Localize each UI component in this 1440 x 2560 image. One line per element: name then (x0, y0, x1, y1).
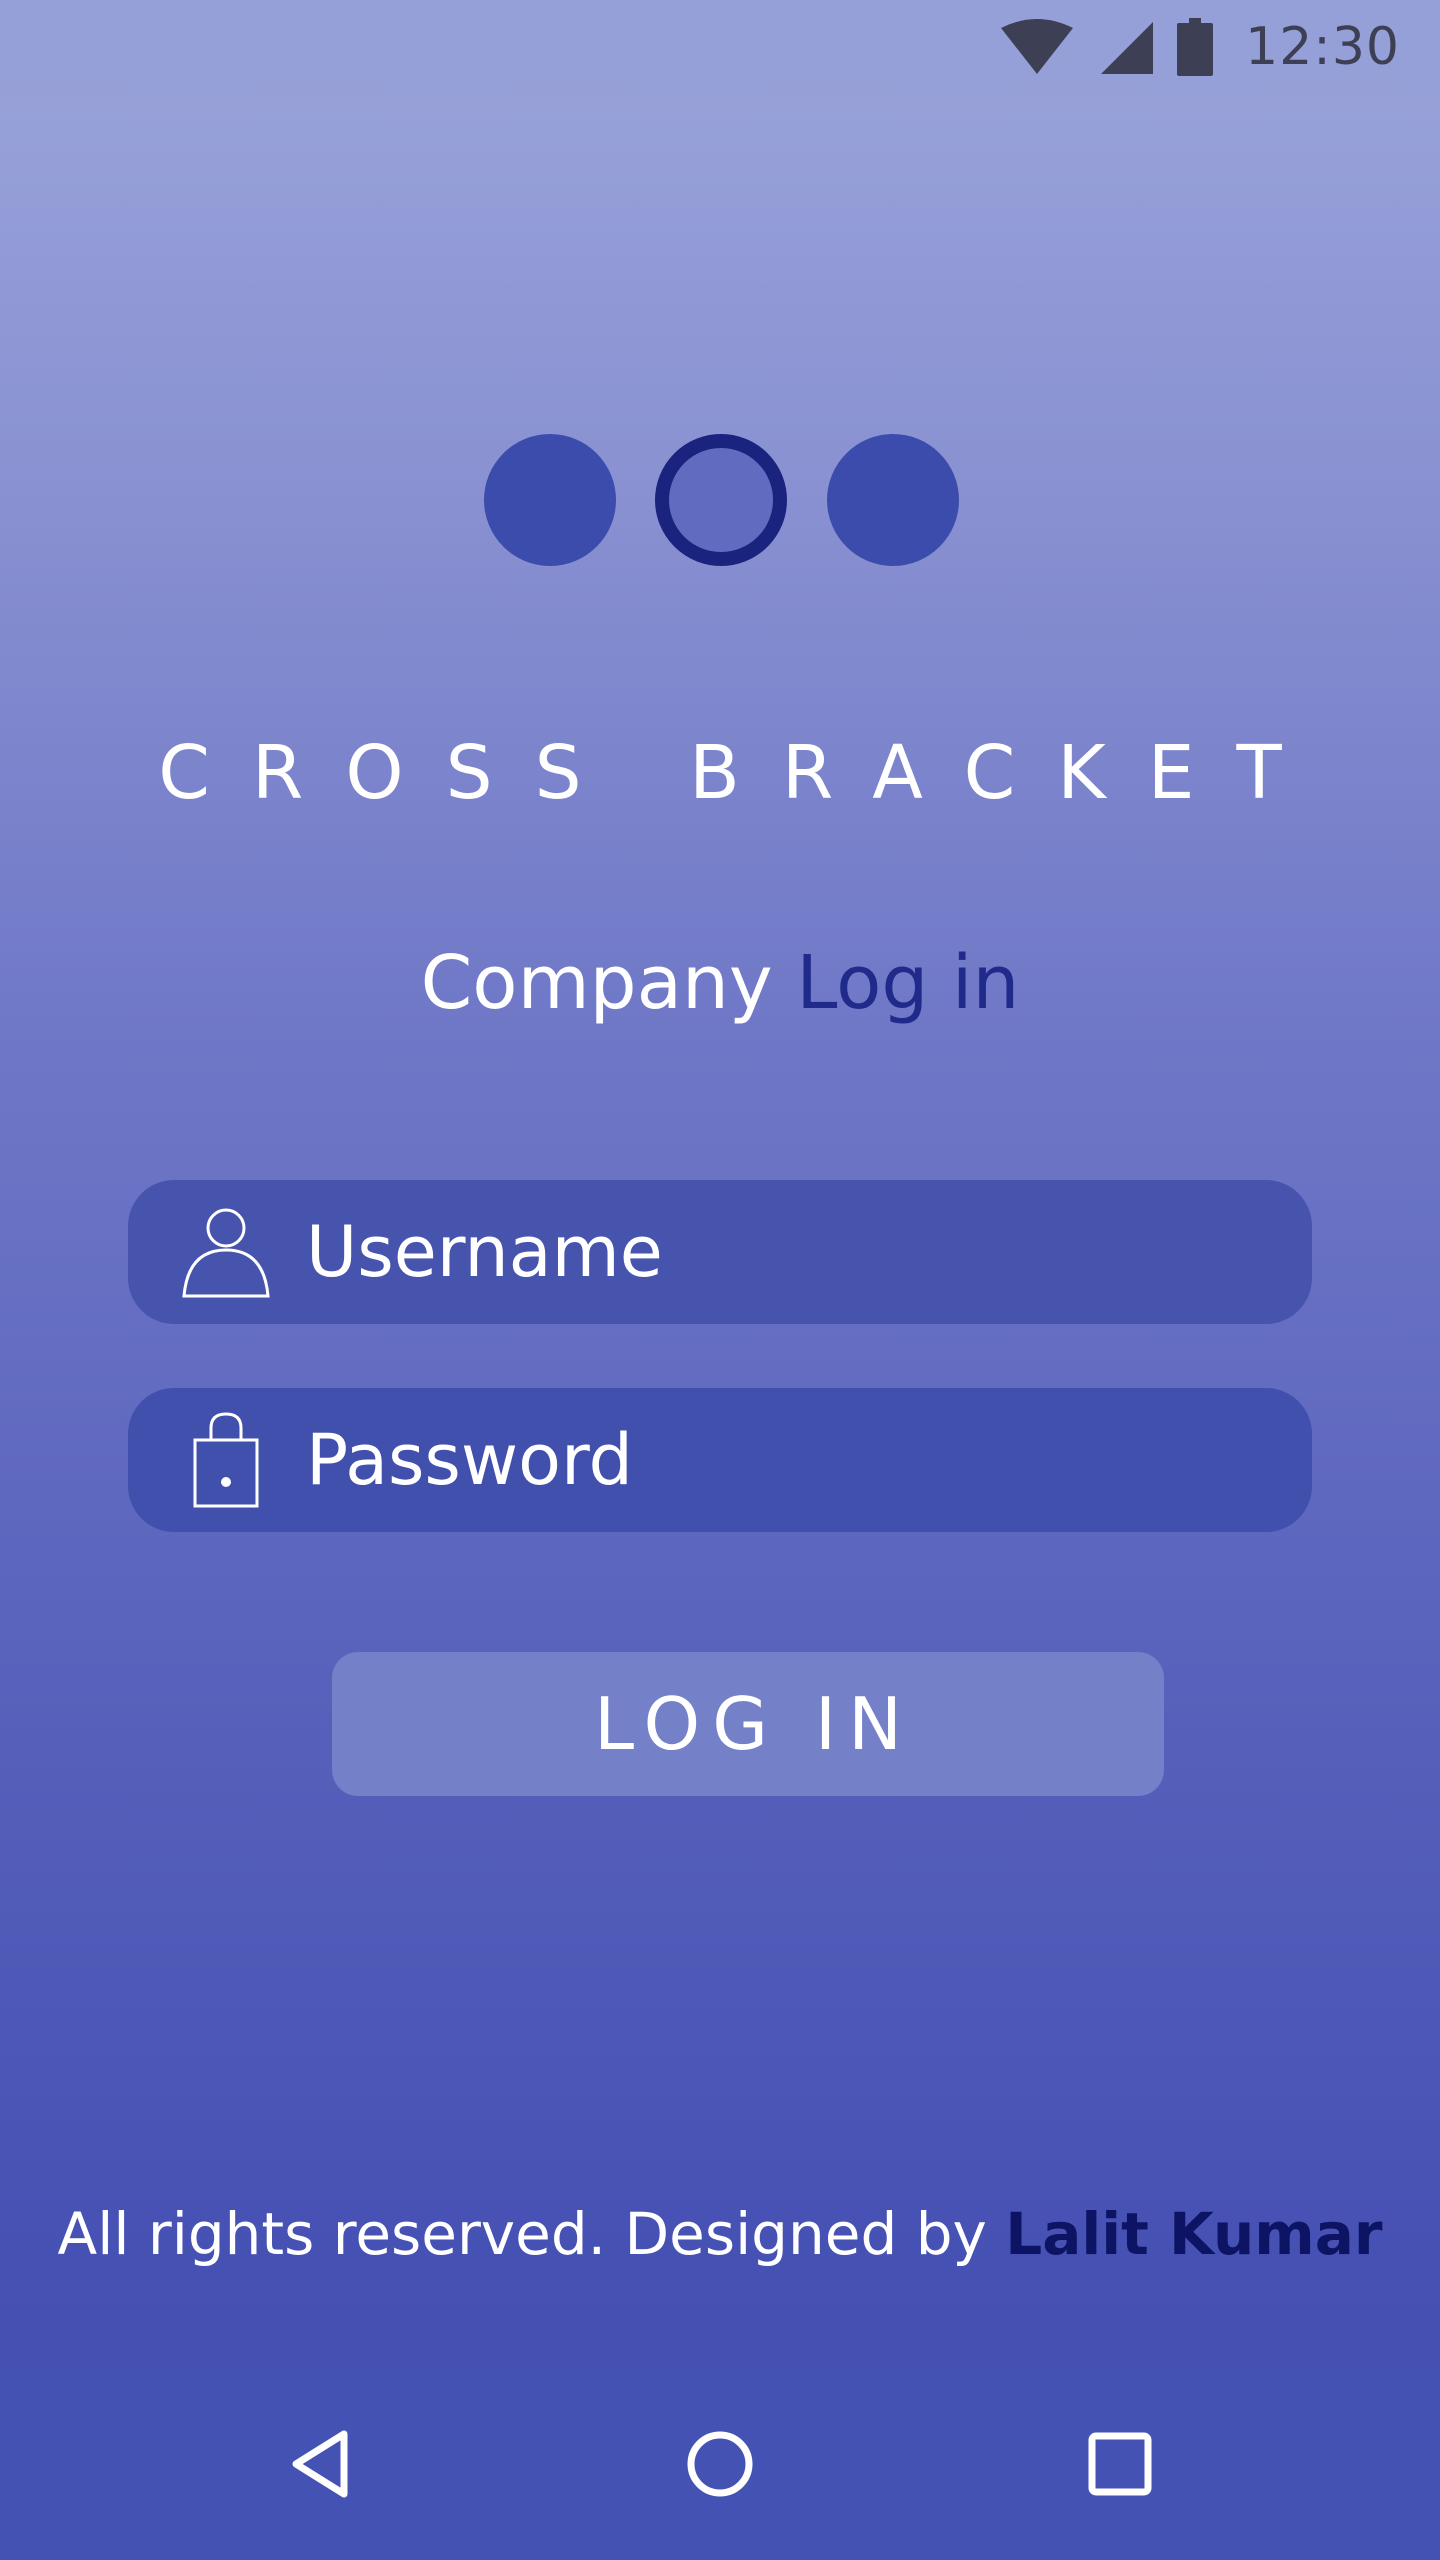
recent-apps-icon[interactable] (1070, 2414, 1170, 2514)
back-icon[interactable] (270, 2414, 370, 2514)
person-icon (176, 1206, 276, 1298)
dot-icon (827, 434, 959, 566)
cellular-signal-icon (1097, 18, 1155, 76)
page-subtitle: Company Log in (0, 940, 1440, 1026)
status-icons: 12:30 (999, 12, 1400, 82)
subtitle-accent: Log in (796, 940, 1020, 1026)
navigation-bar (0, 2368, 1440, 2560)
footer: All rights reserved. Designed by Lalit K… (0, 2200, 1440, 2268)
wifi-icon (999, 18, 1075, 76)
footer-text: All rights reserved. Designed by (57, 2200, 987, 2268)
subtitle-prefix: Company (420, 940, 773, 1026)
brand-name: CROSS BRACKET (158, 730, 1324, 816)
username-input[interactable] (306, 1211, 1312, 1293)
ring-dot-icon (655, 434, 787, 566)
lock-icon (176, 1410, 276, 1510)
dot-icon (484, 434, 616, 566)
password-input[interactable] (306, 1419, 1312, 1501)
password-field[interactable] (128, 1388, 1312, 1532)
status-bar: 12:30 (0, 0, 1440, 95)
home-icon[interactable] (670, 2414, 770, 2514)
logo (0, 434, 1440, 569)
username-field[interactable] (128, 1180, 1312, 1324)
login-button[interactable]: LOG IN (332, 1652, 1164, 1796)
footer-author: Lalit Kumar (1005, 2200, 1383, 2268)
status-time: 12:30 (1245, 17, 1400, 77)
battery-icon (1177, 18, 1214, 76)
